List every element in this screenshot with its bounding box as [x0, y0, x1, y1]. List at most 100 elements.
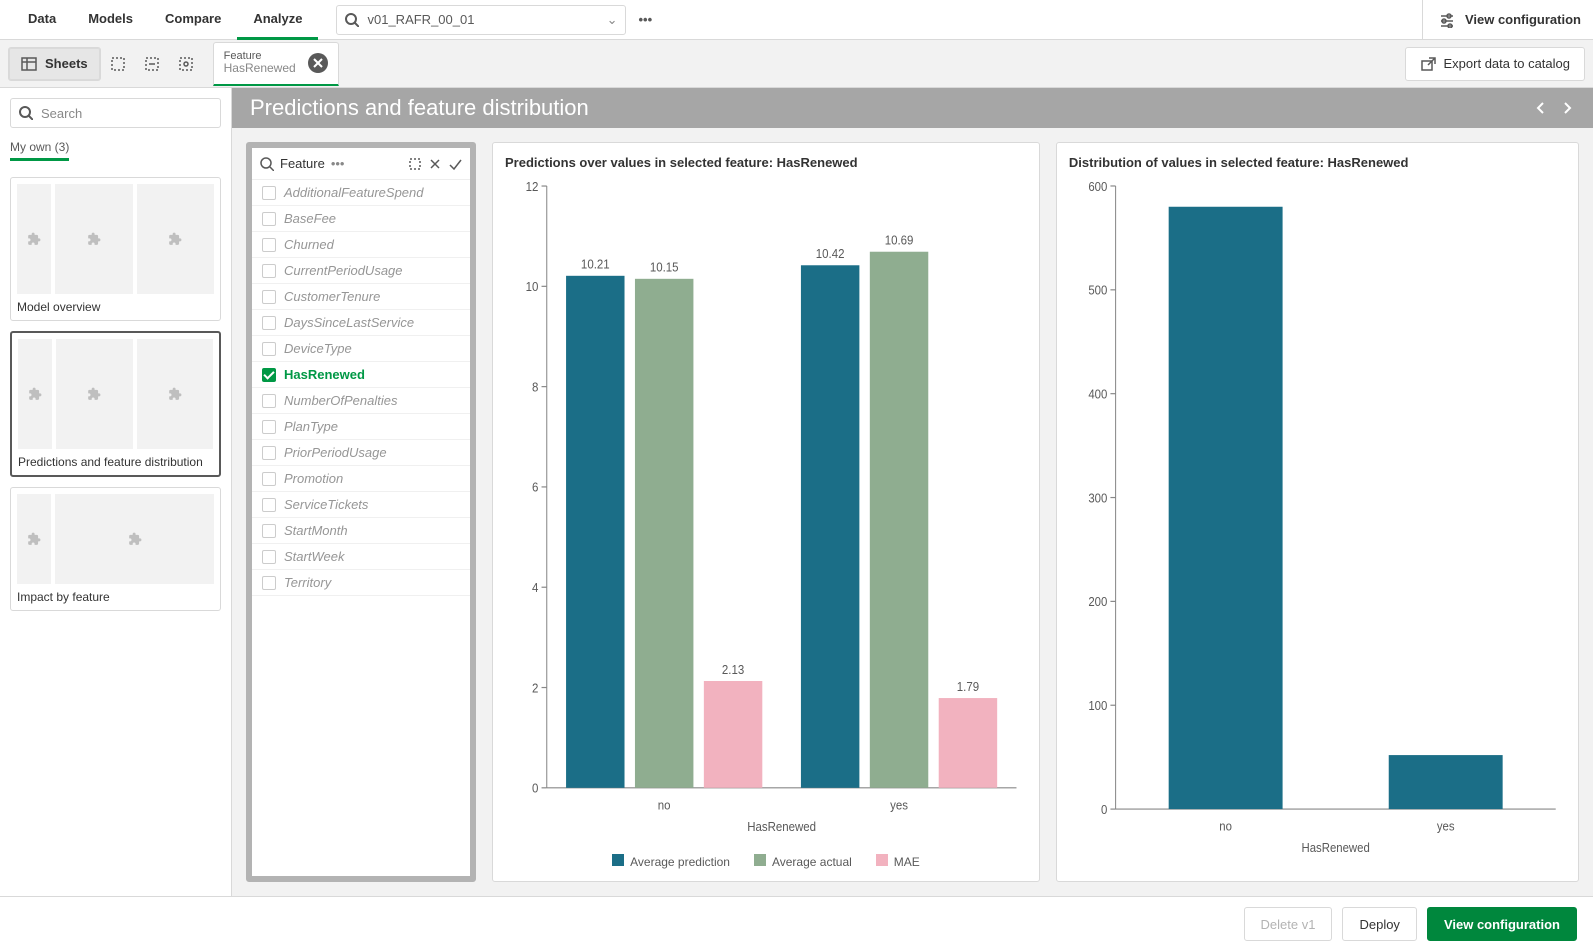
svg-text:yes: yes — [1437, 819, 1455, 834]
svg-text:200: 200 — [1088, 594, 1107, 609]
svg-text:10: 10 — [526, 279, 539, 294]
filter-item-label: NumberOfPenalties — [284, 393, 397, 408]
filter-item-label: StartWeek — [284, 549, 344, 564]
top-nav: DataModelsCompareAnalyze v01_RAFR_00_01 … — [0, 0, 1593, 40]
checkbox-icon — [262, 238, 276, 252]
next-icon[interactable] — [1559, 100, 1575, 116]
sheets-button[interactable]: Sheets — [8, 47, 101, 81]
close-tab-button[interactable] — [308, 53, 328, 73]
thumb-predictions[interactable]: Predictions and feature distribution — [10, 331, 221, 477]
view-config-button[interactable]: View configuration — [1427, 907, 1577, 941]
deploy-button[interactable]: Deploy — [1342, 907, 1416, 941]
filter-item-label: Territory — [284, 575, 331, 590]
close-icon — [313, 58, 323, 68]
bookmark-tool-2[interactable] — [135, 47, 169, 81]
svg-text:2.13: 2.13 — [722, 662, 744, 677]
filter-item[interactable]: NumberOfPenalties — [252, 388, 470, 414]
chart2-title: Distribution of values in selected featu… — [1069, 155, 1566, 170]
svg-text:10.15: 10.15 — [650, 260, 679, 275]
filter-item-label: Churned — [284, 237, 334, 252]
nav-tab-compare[interactable]: Compare — [149, 0, 237, 40]
filter-item[interactable]: Promotion — [252, 466, 470, 492]
filter-item[interactable]: ServiceTickets — [252, 492, 470, 518]
filter-item[interactable]: PlanType — [252, 414, 470, 440]
filter-item[interactable]: DeviceType — [252, 336, 470, 362]
filter-item-label: ServiceTickets — [284, 497, 368, 512]
sheets-icon — [21, 56, 37, 72]
export-label: Export data to catalog — [1444, 56, 1570, 71]
filter-item[interactable]: AdditionalFeatureSpend — [252, 180, 470, 206]
nav-tab-analyze[interactable]: Analyze — [237, 0, 318, 40]
nav-tab-models[interactable]: Models — [72, 0, 149, 40]
filter-item[interactable]: StartMonth — [252, 518, 470, 544]
filter-item[interactable]: Churned — [252, 232, 470, 258]
thumb-model-overview[interactable]: Model overview — [10, 177, 221, 321]
svg-text:10.42: 10.42 — [816, 246, 845, 261]
legend-item: Average prediction — [612, 854, 730, 869]
svg-text:0: 0 — [1101, 802, 1107, 817]
filter-item[interactable]: Territory — [252, 570, 470, 596]
nav-tab-data[interactable]: Data — [12, 0, 72, 40]
open-tab-feature[interactable]: Feature HasRenewed — [213, 42, 339, 86]
checkbox-icon — [262, 186, 276, 200]
filter-item-label: CurrentPeriodUsage — [284, 263, 403, 278]
export-data-button[interactable]: Export data to catalog — [1405, 47, 1585, 81]
filter-item[interactable]: PriorPeriodUsage — [252, 440, 470, 466]
chart1-svg: 02468101210.2110.152.13no10.4210.691.79y… — [505, 174, 1027, 848]
legend-item: Average actual — [754, 854, 852, 869]
search-icon[interactable] — [260, 157, 274, 171]
svg-text:400: 400 — [1088, 387, 1107, 402]
filter-item-label: PlanType — [284, 419, 338, 434]
lasso-icon[interactable] — [408, 157, 422, 171]
filter-item[interactable]: StartWeek — [252, 544, 470, 570]
svg-text:300: 300 — [1088, 491, 1107, 506]
filter-item[interactable]: CustomerTenure — [252, 284, 470, 310]
confirm-icon[interactable] — [448, 157, 462, 171]
chart-predictions: Predictions over values in selected feat… — [492, 142, 1040, 882]
chevron-down-icon: ⌄ — [607, 12, 618, 28]
model-search[interactable]: v01_RAFR_00_01 ⌄ — [336, 5, 626, 35]
checkbox-icon — [262, 212, 276, 226]
svg-text:600: 600 — [1088, 179, 1107, 194]
page-banner: Predictions and feature distribution — [232, 88, 1593, 128]
svg-text:10.69: 10.69 — [885, 233, 914, 248]
search-icon — [19, 106, 33, 120]
more-menu[interactable]: ••• — [638, 12, 652, 27]
filter-item[interactable]: HasRenewed — [252, 362, 470, 388]
filter-more[interactable]: ••• — [331, 156, 345, 171]
nav-tabs: DataModelsCompareAnalyze — [12, 0, 318, 40]
chart-distribution: Distribution of values in selected featu… — [1056, 142, 1579, 882]
prev-icon[interactable] — [1533, 100, 1549, 116]
bookmark-tool-1[interactable] — [101, 47, 135, 81]
checkbox-icon — [262, 342, 276, 356]
delete-button[interactable]: Delete v1 — [1244, 907, 1333, 941]
filter-item-label: DaysSinceLastService — [284, 315, 414, 330]
footer: Delete v1 Deploy View configuration — [0, 896, 1593, 951]
filter-item[interactable]: DaysSinceLastService — [252, 310, 470, 336]
second-bar: Sheets Feature HasRenewed Export data to… — [0, 40, 1593, 88]
svg-text:no: no — [658, 798, 671, 813]
filter-item-label: BaseFee — [284, 211, 336, 226]
model-search-value: v01_RAFR_00_01 — [367, 12, 474, 27]
svg-text:1.79: 1.79 — [957, 679, 979, 694]
svg-text:500: 500 — [1088, 283, 1107, 298]
filter-item[interactable]: CurrentPeriodUsage — [252, 258, 470, 284]
filter-item[interactable]: BaseFee — [252, 206, 470, 232]
checkbox-icon — [262, 498, 276, 512]
bookmark-tool-3[interactable] — [169, 47, 203, 81]
filter-item-label: PriorPeriodUsage — [284, 445, 387, 460]
thumb-impact[interactable]: Impact by feature — [10, 487, 221, 611]
sheet-search-placeholder: Search — [41, 106, 82, 121]
view-config-top[interactable]: View configuration — [1422, 0, 1581, 40]
thumb-label: Model overview — [17, 300, 214, 314]
chart2-svg: 0100200300400500600noyesHasRenewed — [1069, 174, 1566, 869]
filter-title: Feature — [280, 156, 325, 171]
thumb-label: Impact by feature — [17, 590, 214, 604]
svg-text:12: 12 — [526, 179, 539, 194]
sheet-search[interactable]: Search — [10, 98, 221, 128]
svg-text:HasRenewed: HasRenewed — [1301, 840, 1369, 855]
clear-icon[interactable] — [428, 157, 442, 171]
filter-item-label: Promotion — [284, 471, 343, 486]
checkbox-icon — [262, 290, 276, 304]
svg-text:no: no — [1219, 819, 1232, 834]
